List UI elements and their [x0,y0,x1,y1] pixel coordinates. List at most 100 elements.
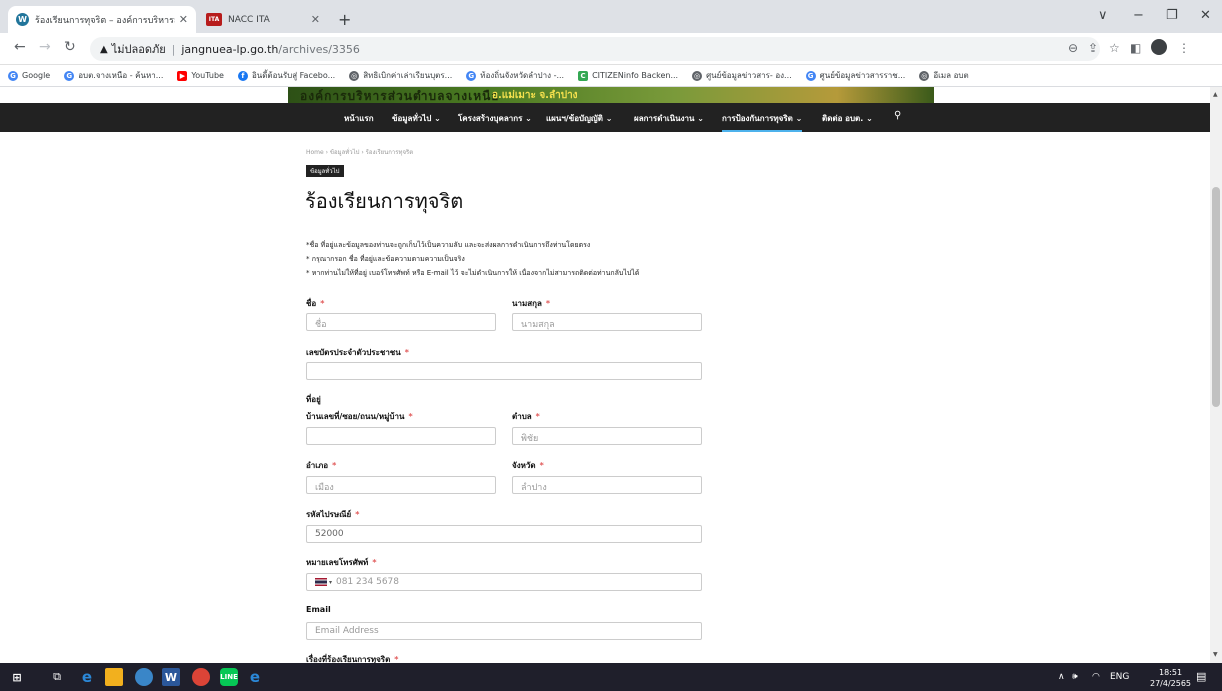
address-bar[interactable]: ▲ ไม่ปลอดภัย | jangnuea-lp.go.th /archiv… [90,37,1100,61]
required-mark: * [408,412,413,421]
maximize-icon[interactable]: ❐ [1166,8,1178,23]
bookmark-gov-info[interactable]: G ศูนย์ข้อมูลข่าวสารราช... [805,69,906,82]
bookmark-tuition[interactable]: ◎ สิทธิเบิกค่าเล่าเรียนบุตร... [349,69,452,82]
wifi-icon[interactable]: ◠ [1092,672,1100,682]
bookmark-lampang[interactable]: G ท้องถิ่นจังหวัดลำปาง -... [466,69,564,82]
label-text: จังหวัด [512,461,536,470]
window-close-icon[interactable]: ✕ [1200,8,1211,23]
bookmark-facebook[interactable]: f อินดี้ต้อนรับสู่ Facebo... [237,69,336,82]
browser-tab-strip: W ร้องเรียนการทุจริต – องค์การบริหารส่วน… [0,0,1222,33]
star-icon[interactable]: ☆ [1109,41,1120,55]
menu-contact[interactable]: ติดต่อ อบต. ⌄ [822,112,873,125]
bookmark-search-jangnuea[interactable]: G อบต.จางเหนือ - ค้นหา... [64,69,163,82]
id-card-input[interactable] [306,362,702,380]
menu-performance[interactable]: ผลการดำเนินงาน ⌄ [634,112,704,125]
chevron-down-icon[interactable]: ▾ [329,579,332,586]
system-clock[interactable]: 18:51 27/4/2565 [1150,667,1191,689]
side-panel-icon[interactable]: ◧ [1130,41,1141,55]
menu-home[interactable]: หน้าแรก [344,112,374,125]
profile-icon[interactable] [1151,39,1167,55]
page-scrollbar[interactable]: ▲ ▼ [1210,87,1222,663]
label-text: นามสกุล [512,299,542,308]
zoom-icon[interactable]: ⊖ [1068,41,1078,55]
required-mark: * [320,299,325,308]
tab-nacc-ita[interactable]: ITA NACC ITA ✕ [198,6,328,33]
id-card-label: เลขบัตรประจำตัวประชาชน * [306,346,409,359]
scroll-down-icon[interactable]: ▼ [1213,651,1218,658]
url-path: /archives/3356 [278,42,360,56]
task-view-icon[interactable]: ⧉ [48,668,66,686]
scroll-up-icon[interactable]: ▲ [1213,91,1218,98]
close-icon[interactable]: ✕ [311,13,320,26]
bookmark-youtube[interactable]: ▶ YouTube [177,70,224,81]
bookmark-label: ศูนย์ข้อมูลข่าวสาร- อง... [706,71,792,80]
label-text: ชื่อ [306,299,317,308]
bookmark-google[interactable]: G Google [8,70,51,81]
tray-chevron-up-icon[interactable]: ∧ [1058,672,1065,682]
province-input[interactable]: ลำปาง [512,476,702,494]
close-icon[interactable]: ✕ [179,13,188,26]
label-text: บ้านเลขที่/ซอย/ถนน/หมู่บ้าน [306,412,405,421]
bookmark-label: ศูนย์ข้อมูลข่าวสารราช... [819,71,906,80]
internet-explorer-icon[interactable]: e [246,668,264,686]
forward-icon[interactable]: → [39,39,51,55]
district-input[interactable]: เมือง [306,476,496,494]
notification-icon[interactable]: ▤ [1196,670,1206,683]
tab-title: ร้องเรียนการทุจริต – องค์การบริหารส่วน [35,15,175,26]
province-label: จังหวัด * [512,459,544,472]
email-label: Email [306,605,331,614]
last-name-input[interactable]: นามสกุล [512,313,702,331]
district-label: อำเภอ * [306,459,336,472]
notice-line-3: * หากท่านไม่ให้ที่อยู่ เบอร์โทรศัพท์ หรื… [306,269,640,277]
email-input[interactable]: Email Address [306,622,702,640]
google-icon: G [64,70,75,81]
postal-input[interactable]: 52000 [306,525,702,543]
first-name-input[interactable]: ชื่อ [306,313,496,331]
back-icon[interactable]: ← [14,39,26,55]
youtube-icon: ▶ [177,70,188,81]
postal-label: รหัสไปรษณีย์ * [306,508,359,521]
address-heading: ที่อยู่ [306,395,321,404]
browser-toolbar: ← → ↻ ▲ ไม่ปลอดภัย | jangnuea-lp.go.th /… [0,33,1222,65]
house-input[interactable] [306,427,496,445]
bookmark-email[interactable]: ◎ อีเมล อบต [919,69,969,82]
bookmarks-bar: G Google G อบต.จางเหนือ - ค้นหา... ▶ YouTub… [0,65,1222,87]
tab-search-icon[interactable]: ∨ [1098,8,1108,23]
bookmark-citizeninfo[interactable]: C CITIZENinfo Backen... [578,70,678,81]
notice-line-2: * กรุณากรอก ชื่อ ที่อยู่และข้อความตามควา… [306,255,465,263]
menu-personnel[interactable]: โครงสร้างบุคลากร ⌄ [458,112,532,125]
file-explorer-icon[interactable] [105,668,123,686]
bookmark-label: Google [22,71,51,80]
menu-general-info[interactable]: ข้อมูลทั่วไป ⌄ [392,112,441,125]
minimize-icon[interactable]: − [1133,8,1144,23]
share-icon[interactable]: ⇪ [1088,41,1098,55]
subdistrict-label: ตำบล * [512,410,540,423]
thailand-flag-icon[interactable] [315,577,327,586]
input-language[interactable]: ENG [1110,672,1129,682]
bookmark-info-center[interactable]: ◎ ศูนย์ข้อมูลข่าวสาร- อง... [692,69,792,82]
menu-anti-corruption[interactable]: การป้องกันการทุจริต ⌄ [722,112,803,132]
phone-input[interactable]: ▾ 081 234 5678 [306,573,702,591]
browser-app-icon[interactable] [135,668,153,686]
bookmark-label: YouTube [191,71,224,80]
bookmark-label: อินดี้ต้อนรับสู่ Facebo... [251,71,336,80]
new-tab-button[interactable]: + [338,10,351,29]
windows-start-icon[interactable]: ⊞ [8,668,26,686]
chrome-icon[interactable] [192,668,210,686]
edge-legacy-icon[interactable]: e [78,668,96,686]
first-name-label: ชื่อ * [306,297,324,310]
tab-complaint[interactable]: W ร้องเรียนการทุจริต – องค์การบริหารส่วน… [8,6,196,33]
label-text: อำเภอ [306,461,329,470]
scroll-thumb[interactable] [1212,187,1220,407]
subdistrict-input[interactable]: พิชัย [512,427,702,445]
search-icon[interactable]: ⚲ [894,110,901,121]
reload-icon[interactable]: ↻ [64,39,76,55]
required-mark: * [355,510,360,519]
kebab-menu-icon[interactable]: ⋮ [1178,41,1190,55]
volume-icon[interactable]: 🕪 [1072,672,1078,682]
category-badge[interactable]: ข้อมูลทั่วไป [306,165,344,177]
line-icon[interactable]: LINE [220,668,238,686]
word-icon[interactable]: W [162,668,180,686]
label-text: เลขบัตรประจำตัวประชาชน [306,348,401,357]
menu-plans[interactable]: แผนฯ/ข้อบัญญัติ ⌄ [546,112,612,125]
